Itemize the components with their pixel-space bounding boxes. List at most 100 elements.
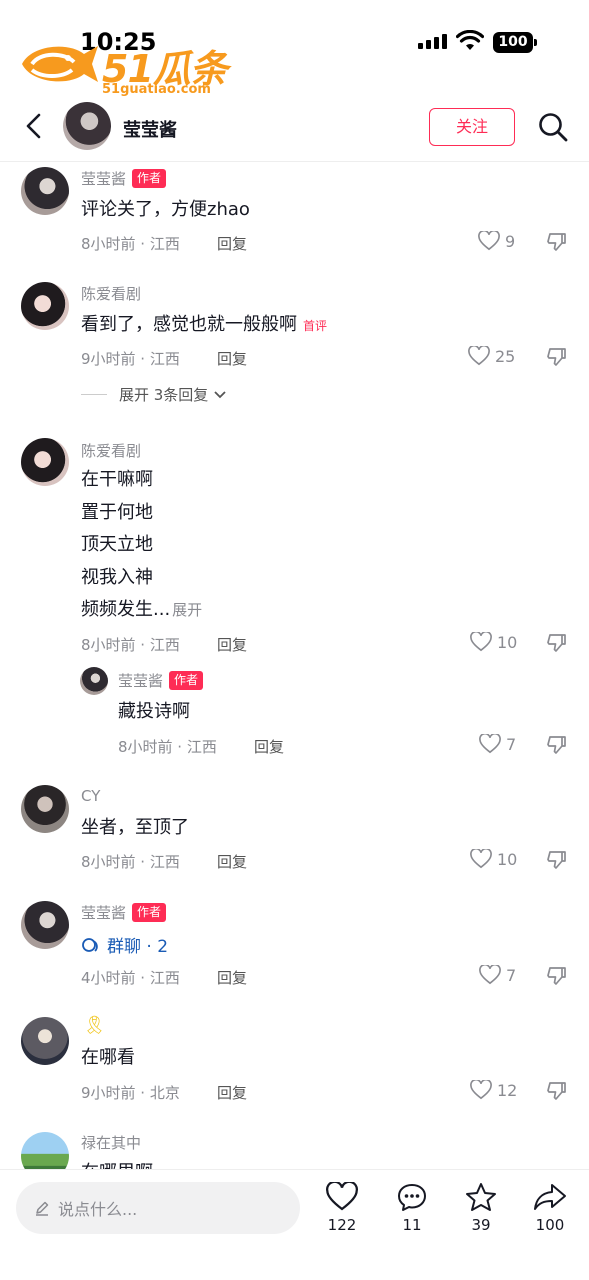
avatar[interactable]: [21, 1017, 69, 1065]
expand-replies-button[interactable]: 展开 3条回复: [81, 384, 226, 405]
comment-username[interactable]: 莹莹酱 作者: [81, 168, 167, 189]
follow-button[interactable]: 关注: [429, 108, 515, 146]
like-count: 7: [506, 734, 517, 754]
reply-button[interactable]: 回复: [217, 967, 247, 988]
like-count: 12: [497, 1080, 518, 1100]
comment-meta: 9小时前 · 北京: [81, 1084, 180, 1102]
expand-label: 展开 3条回复: [119, 386, 209, 404]
comment-line: 置于何地: [81, 501, 153, 523]
post-comment-count: 11: [402, 1216, 422, 1234]
comment-text: 在干嘛啊 置于何地 顶天立地 视我入神 频频发生... 展开: [81, 464, 202, 627]
watermark-url: 51guatiao.com: [102, 82, 211, 97]
comment-header: 莹莹酱 关注: [0, 96, 589, 162]
pencil-icon: [36, 1201, 49, 1216]
username-text: 禄在其中: [81, 1134, 142, 1152]
avatar[interactable]: [21, 167, 69, 215]
comment-text: 看到了，感觉也就一般般啊 首评: [81, 309, 327, 343]
group-chat-label: 群聊 · 2: [107, 937, 169, 957]
avatar[interactable]: [80, 667, 108, 695]
heart-icon: [478, 231, 500, 251]
divider: [81, 394, 107, 395]
group-chat-link[interactable]: 群聊 · 2: [81, 932, 168, 957]
comment-input[interactable]: 说点什么...: [16, 1182, 300, 1234]
dislike-icon[interactable]: [545, 1080, 567, 1102]
expand-text-button[interactable]: 展开: [172, 601, 202, 619]
username-text: 莹莹酱: [81, 904, 127, 922]
star-icon: [466, 1183, 496, 1211]
dislike-icon[interactable]: [545, 632, 567, 654]
battery-indicator: 100: [493, 32, 537, 53]
like-count: 10: [497, 632, 518, 652]
comment-body: 看到了，感觉也就一般般啊: [81, 314, 297, 335]
share-arrow-icon: [534, 1184, 566, 1210]
comment-text: 评论关了，方便zhao: [81, 199, 250, 220]
heart-icon: [470, 1080, 492, 1100]
avatar[interactable]: [21, 282, 69, 330]
like-button[interactable]: 9: [478, 231, 515, 251]
comment-meta: 8小时前 · 江西: [81, 636, 180, 654]
like-button[interactable]: 25: [468, 346, 515, 366]
like-button[interactable]: 7: [479, 965, 516, 985]
dislike-icon[interactable]: [545, 346, 567, 368]
comment-username[interactable]: 莹莹酱 作者: [81, 902, 167, 923]
like-button[interactable]: 7: [479, 734, 516, 754]
reply-button[interactable]: 回复: [217, 634, 247, 655]
like-post-button[interactable]: 122: [312, 1182, 372, 1234]
author-tag: 作者: [132, 169, 167, 188]
comment-username[interactable]: CY: [81, 787, 100, 805]
comment-username[interactable]: 陈爱看剧: [81, 283, 141, 304]
comment-text: 在哪看: [81, 1047, 135, 1068]
comment-username[interactable]: 莹莹酱 作者: [118, 670, 204, 691]
comment-username[interactable]: 禄在其中: [81, 1132, 141, 1153]
comment-bubble-icon: [398, 1184, 426, 1211]
signal-icon: [418, 34, 447, 49]
watermark-logo: 51瓜条 51guatiao.com: [18, 34, 228, 102]
reply-button[interactable]: 回复: [217, 233, 247, 254]
comment-line: 顶天立地: [81, 534, 153, 555]
like-button[interactable]: 10: [470, 632, 517, 652]
search-icon[interactable]: [538, 112, 568, 142]
share-button[interactable]: 100: [520, 1182, 580, 1234]
dislike-icon[interactable]: [545, 734, 567, 756]
heart-icon: [479, 734, 501, 754]
back-arrow-icon[interactable]: [22, 112, 46, 140]
heart-icon: [468, 346, 490, 366]
username-text: CY: [81, 787, 101, 805]
dislike-icon[interactable]: [545, 849, 567, 871]
fish-logo-icon: [22, 46, 98, 82]
first-comment-badge: 首评: [303, 319, 328, 333]
comment-username[interactable]: 陈爱看剧: [81, 440, 141, 461]
reply-button[interactable]: 回复: [217, 1082, 247, 1103]
reply-button[interactable]: 回复: [217, 348, 247, 369]
dislike-icon[interactable]: [545, 231, 567, 253]
ribbon-username[interactable]: 🎗: [83, 1015, 106, 1036]
comment-text: 藏投诗啊: [118, 701, 190, 722]
comment-meta: 8小时前 · 江西: [118, 738, 217, 756]
comment-list[interactable]: 莹莹酱 作者 评论关了，方便zhao 8小时前 · 江西 回复 9 陈爱看剧 看…: [0, 163, 589, 1169]
favorite-button[interactable]: 39: [451, 1182, 511, 1234]
author-name[interactable]: 莹莹酱: [123, 116, 177, 142]
author-avatar[interactable]: [63, 102, 111, 150]
comment-text: 坐者，至顶了: [81, 817, 189, 838]
dislike-icon[interactable]: [545, 965, 567, 987]
comment-meta: 9小时前 · 江西: [81, 350, 180, 368]
avatar[interactable]: [21, 785, 69, 833]
like-count: 9: [505, 231, 516, 251]
heart-icon: [479, 965, 501, 985]
comments-button[interactable]: 11: [382, 1182, 442, 1234]
reply-button[interactable]: 回复: [217, 851, 247, 872]
bottom-action-bar: 说点什么... 122 11 39 100: [0, 1169, 589, 1280]
like-button[interactable]: 10: [470, 849, 517, 869]
avatar[interactable]: [21, 901, 69, 949]
like-count: 25: [495, 346, 516, 366]
like-button[interactable]: 12: [470, 1080, 517, 1100]
avatar[interactable]: [21, 1132, 69, 1169]
avatar[interactable]: [21, 438, 69, 486]
author-tag: 作者: [169, 671, 204, 690]
reply-button[interactable]: 回复: [254, 736, 284, 757]
chevron-down-icon: [214, 390, 226, 398]
username-text: 莹莹酱: [118, 672, 164, 690]
comment-line: 视我入神: [81, 566, 153, 588]
author-tag: 作者: [132, 903, 167, 922]
wifi-icon: [456, 30, 484, 50]
